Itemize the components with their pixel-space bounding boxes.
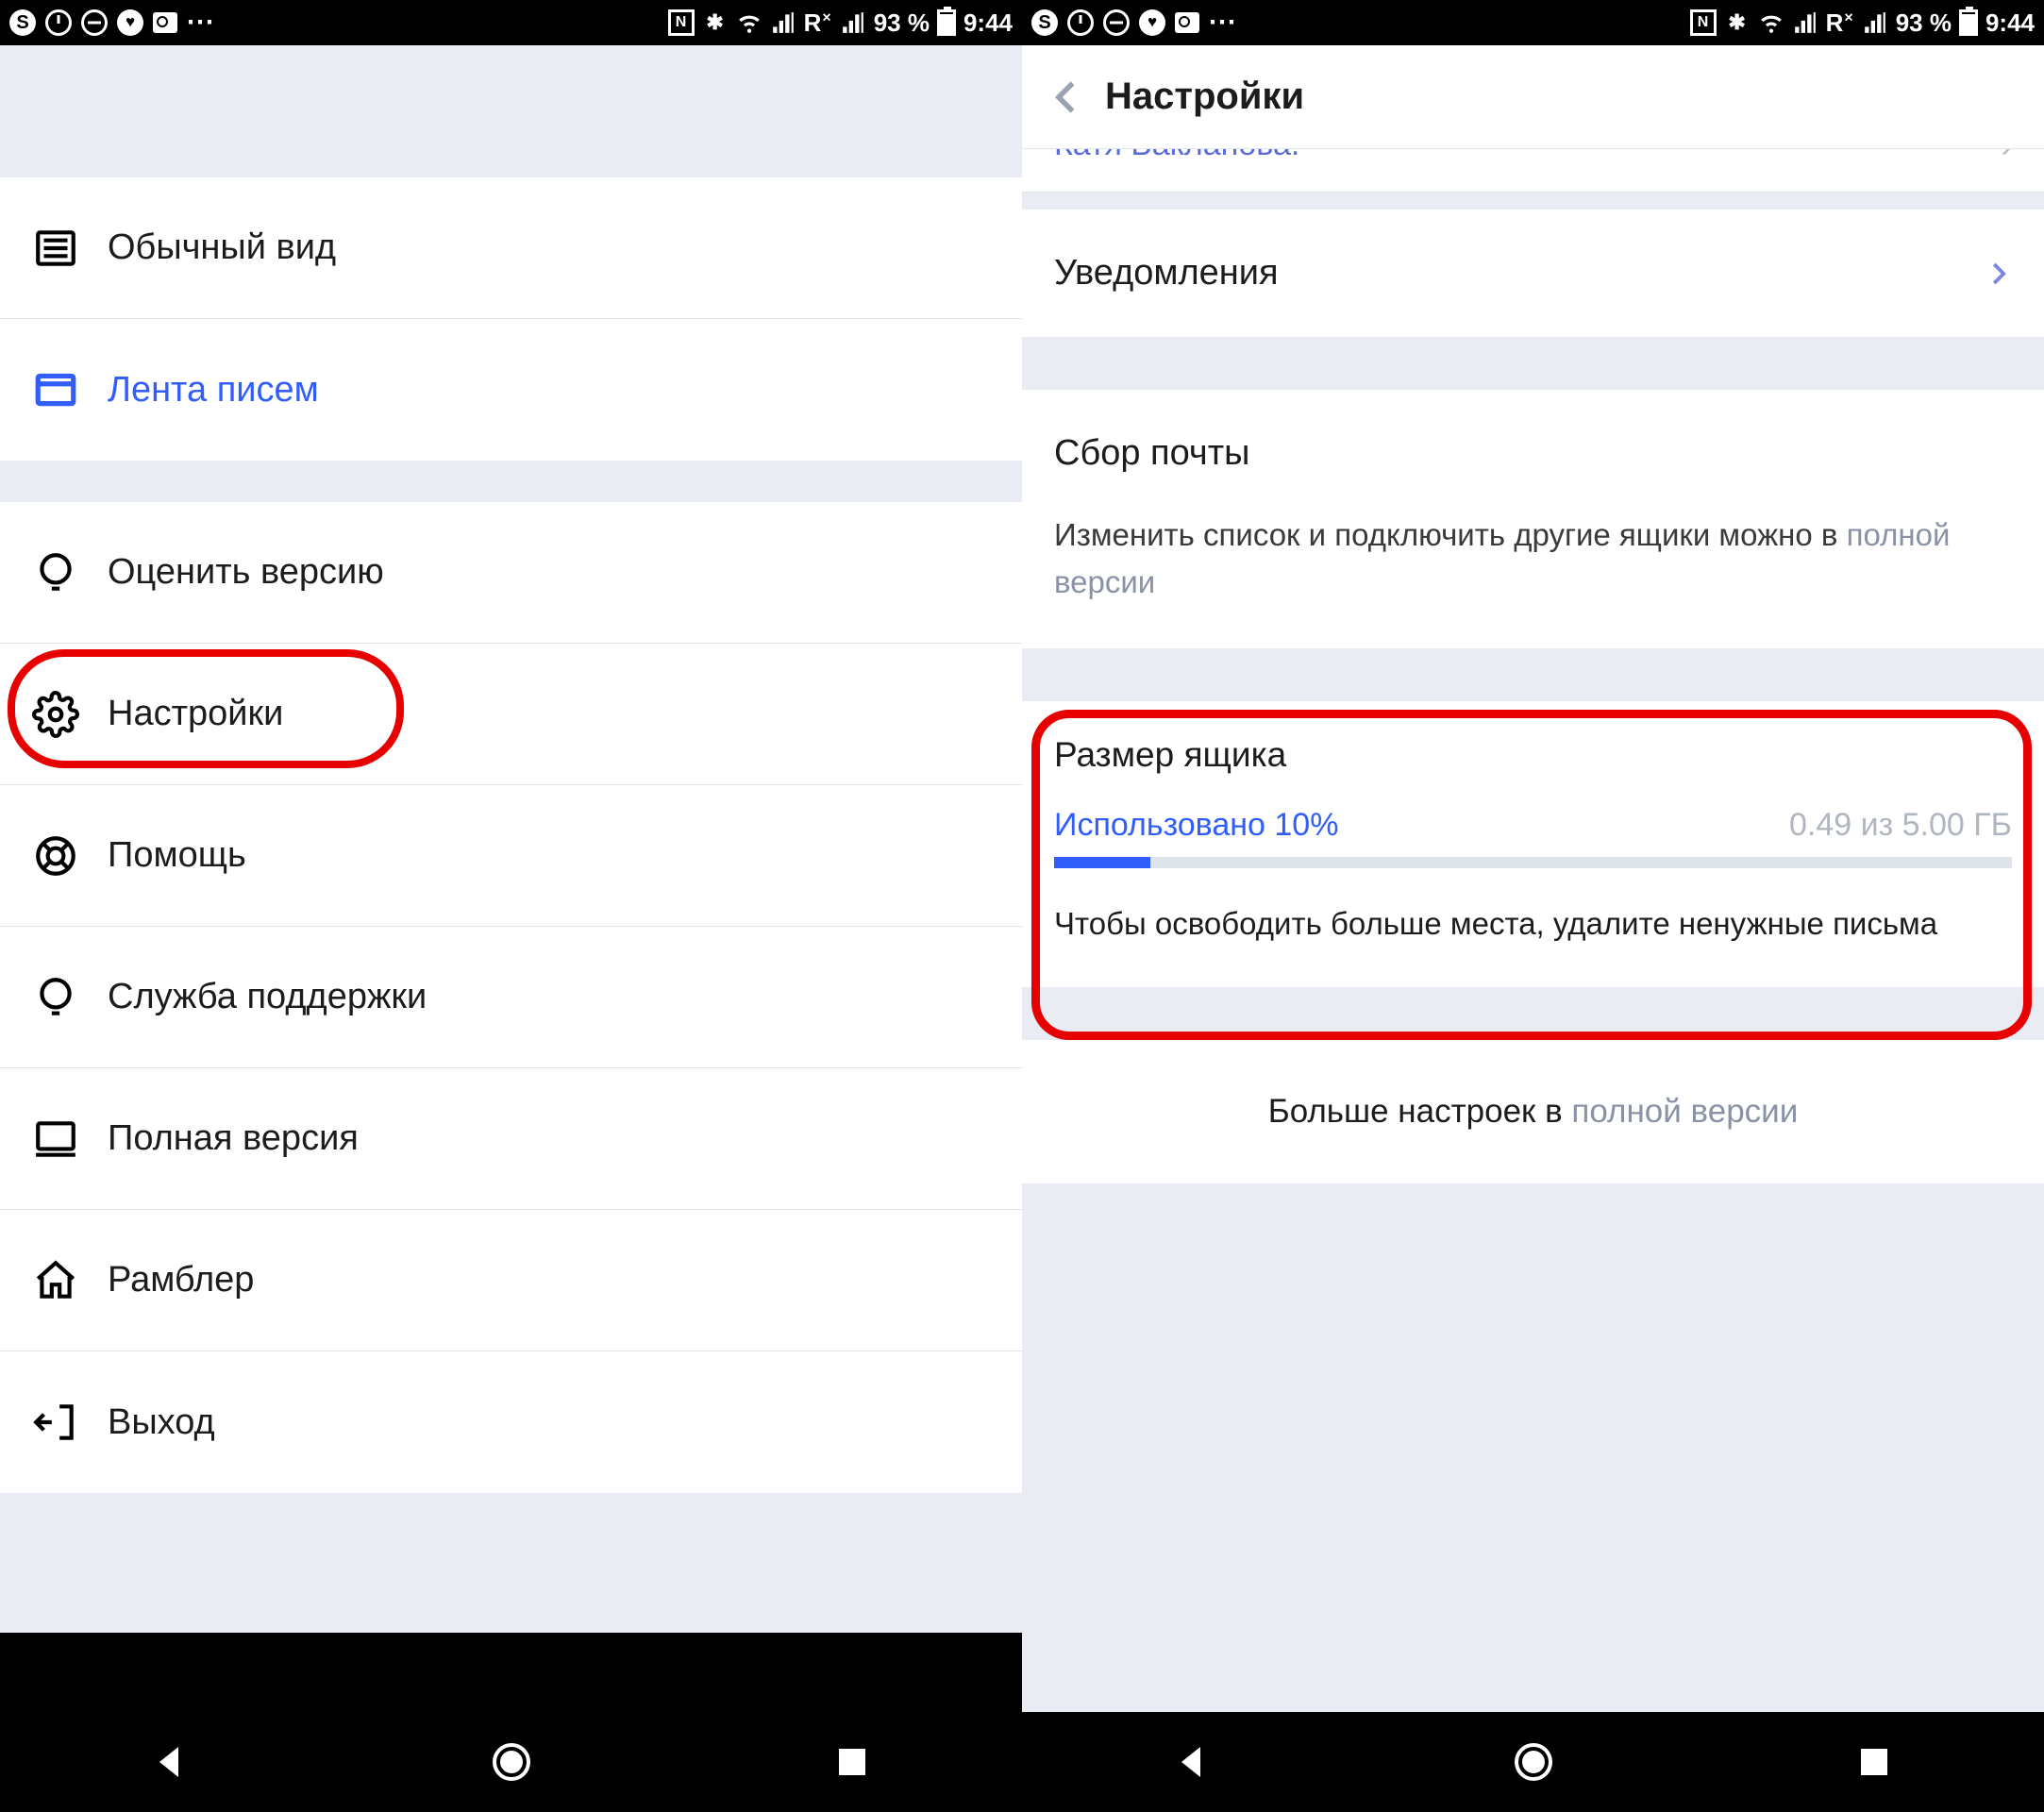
signal-icon <box>1792 9 1818 36</box>
mail-collection-hint: Изменить список и подключить другие ящик… <box>1022 502 2044 648</box>
menu-item-label: Полная версия <box>108 1118 359 1159</box>
usage-row: Использовано 10% 0.49 из 5.00 ГБ <box>1054 807 2012 844</box>
menu-item-label: Оценить версию <box>108 552 384 593</box>
settings-header: Настройки <box>1022 45 2044 149</box>
menu-item-label: Служба поддержки <box>108 977 427 1017</box>
chat-icon <box>32 974 79 1021</box>
notifications-row[interactable]: Уведомления <box>1022 210 2044 337</box>
phone-left: S N R× 93 % 9:44 <box>0 0 1022 1812</box>
menu-item-label: Рамблер <box>108 1260 254 1300</box>
battery-icon <box>937 9 956 36</box>
chevron-right-icon <box>1984 260 2012 288</box>
wifi-icon <box>1758 9 1784 36</box>
signal-icon <box>770 9 796 36</box>
bulb-icon <box>32 549 79 596</box>
roaming-label: R× <box>1826 8 1854 38</box>
signal-2-icon <box>840 9 866 36</box>
menu-item-normal-view[interactable]: Обычный вид <box>0 177 1022 319</box>
mail-collection-row[interactable]: Сбор почты <box>1022 390 2044 502</box>
card-icon <box>32 366 79 413</box>
bluetooth-icon <box>702 9 729 36</box>
skype-icon: S <box>9 9 36 36</box>
account-name-partial: Катя Бакланова. <box>1054 149 1299 163</box>
menu-item-help[interactable]: Помощь <box>0 785 1022 927</box>
android-nav <box>1022 1712 2044 1812</box>
menu-item-label: Настройки <box>108 694 283 734</box>
row-label: Сбор почты <box>1054 433 1249 474</box>
android-nav <box>0 1712 1022 1812</box>
back-button[interactable] <box>1170 1739 1215 1785</box>
status-bar: S N R× 93 % 9:44 <box>1022 0 2044 45</box>
menu-item-label: Выход <box>108 1402 215 1443</box>
row-label: Уведомления <box>1054 253 1279 294</box>
menu-item-label: Лента писем <box>108 370 319 411</box>
alarm-icon <box>45 9 72 36</box>
more-settings-row: Больше настроек в полной версии <box>1022 1040 2044 1183</box>
phone-right: S N R× 93 % 9:44 <box>1022 0 2044 1812</box>
right-content: Катя Бакланова. › Уведомления Сбор почты… <box>1022 149 2044 1712</box>
recents-button[interactable] <box>1851 1739 1897 1785</box>
section-title: Размер ящика <box>1054 735 2012 775</box>
page-title: Настройки <box>1105 76 1304 118</box>
heart-app-icon <box>117 9 143 36</box>
status-bar: S N R× 93 % 9:44 <box>0 0 1022 45</box>
dnd-icon <box>81 9 108 36</box>
battery-icon <box>1959 9 1978 36</box>
menu-item-logout[interactable]: Выход <box>0 1351 1022 1493</box>
back-button[interactable] <box>148 1739 193 1785</box>
home-icon <box>32 1257 79 1304</box>
skype-icon: S <box>1031 9 1058 36</box>
menu-item-rambler[interactable]: Рамблер <box>0 1210 1022 1351</box>
bluetooth-icon <box>1724 9 1751 36</box>
usage-bar-fill <box>1054 857 1150 868</box>
menu-item-settings[interactable]: Настройки <box>0 644 1022 785</box>
usage-bar <box>1054 857 2012 868</box>
wifi-icon <box>736 9 762 36</box>
home-button[interactable] <box>1511 1739 1556 1785</box>
gear-icon <box>32 691 79 738</box>
more-notifications-icon <box>187 9 213 36</box>
back-button[interactable] <box>1047 76 1088 118</box>
hint-text: Изменить список и подключить другие ящик… <box>1054 517 1847 552</box>
menu-item-feed-view[interactable]: Лента писем <box>0 319 1022 461</box>
logout-icon <box>32 1399 79 1446</box>
roaming-label: R× <box>804 8 832 38</box>
battery-percent: 93 % <box>1896 8 1952 38</box>
dnd-icon <box>1103 9 1130 36</box>
menu-item-label: Обычный вид <box>108 227 336 268</box>
photo-icon <box>1175 12 1199 33</box>
lifebuoy-icon <box>32 832 79 880</box>
battery-percent: 93 % <box>874 8 930 38</box>
signal-2-icon <box>1862 9 1888 36</box>
more-notifications-icon <box>1209 9 1235 36</box>
desktop-icon <box>32 1116 79 1163</box>
actions-group: Оценить версию Настройки Помощь Служба <box>0 502 1022 1493</box>
home-button[interactable] <box>489 1739 534 1785</box>
usage-used-label: Использовано 10% <box>1054 807 1338 844</box>
more-settings-text: Больше настроек в <box>1268 1093 1572 1130</box>
chevron-right-icon: › <box>2002 149 2012 165</box>
clock-time: 9:44 <box>963 8 1013 38</box>
clock-time: 9:44 <box>1985 8 2035 38</box>
list-icon <box>32 225 79 272</box>
recents-button[interactable] <box>829 1739 875 1785</box>
heart-app-icon <box>1139 9 1165 36</box>
menu-item-label: Помощь <box>108 835 246 876</box>
account-row-partial[interactable]: Катя Бакланова. › <box>1022 149 2044 193</box>
usage-total-label: 0.49 из 5.00 ГБ <box>1789 807 2012 844</box>
photo-icon <box>153 12 177 33</box>
mailbox-size-section: Размер ящика Использовано 10% 0.49 из 5.… <box>1022 701 2044 987</box>
nfc-icon: N <box>668 9 695 36</box>
alarm-icon <box>1067 9 1094 36</box>
full-version-link[interactable]: полной версии <box>1571 1093 1798 1130</box>
menu-item-full-version[interactable]: Полная версия <box>0 1068 1022 1210</box>
nfc-icon: N <box>1690 9 1717 36</box>
menu-item-rate[interactable]: Оценить версию <box>0 502 1022 644</box>
usage-hint: Чтобы освободить больше места, удалите н… <box>1054 900 2012 948</box>
left-content: Обычный вид Лента писем Оценить версию <box>0 45 1022 1712</box>
menu-item-support[interactable]: Служба поддержки <box>0 927 1022 1068</box>
view-mode-group: Обычный вид Лента писем <box>0 177 1022 461</box>
